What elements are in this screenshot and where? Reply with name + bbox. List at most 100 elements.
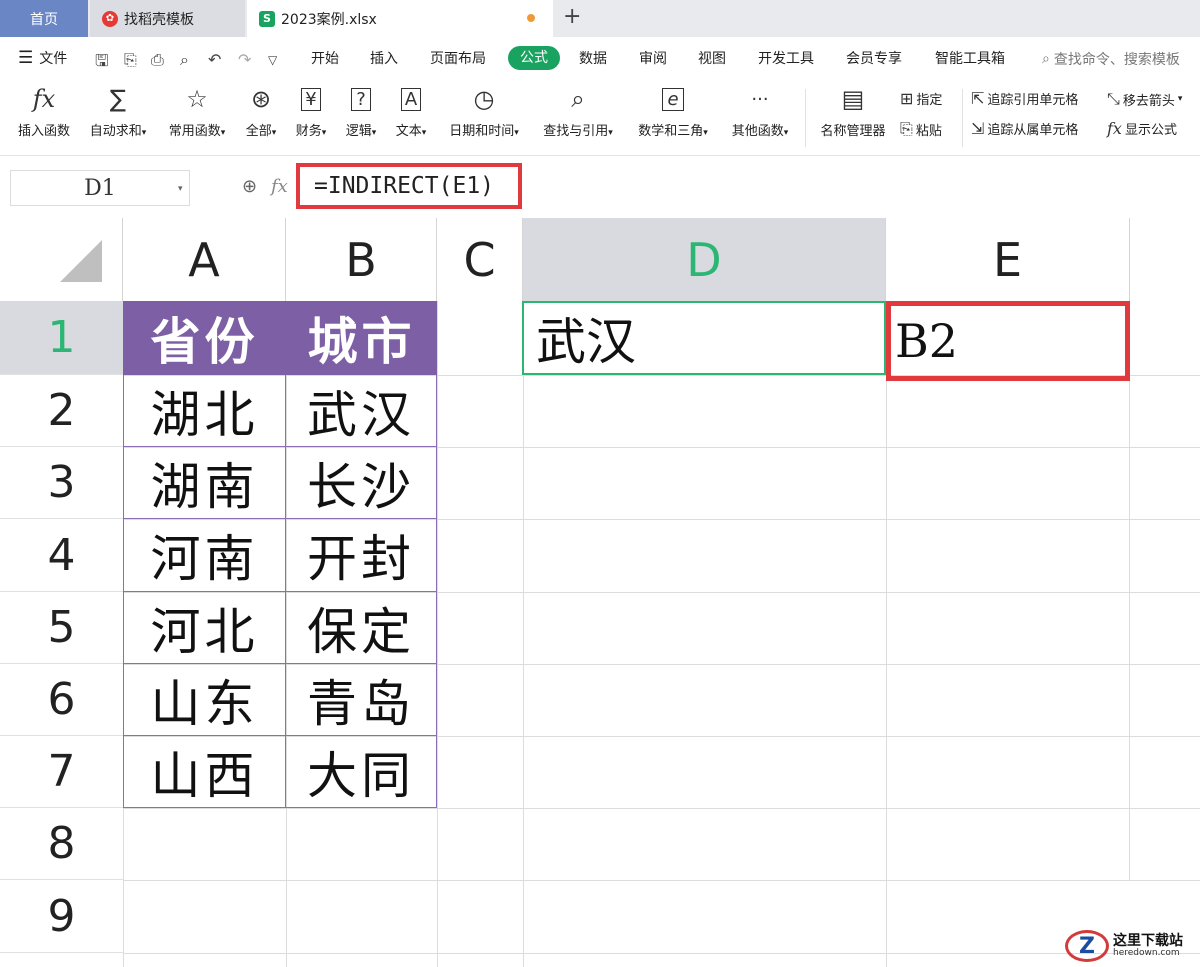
- row-header-5[interactable]: 5: [0, 592, 123, 664]
- name-manager-button[interactable]: ▤ 名称管理器: [815, 81, 891, 139]
- menu-bar: ☰ 文件 🖫 ⎘ ⎙ ⌕ ↶ ↷ ▽ 开始 插入 页面布局 公式 数据 审阅 视…: [0, 37, 1200, 81]
- ribbon-separator: [805, 89, 806, 147]
- cell-e1-highlighted[interactable]: B2: [886, 301, 1130, 381]
- cell-a5[interactable]: 河北: [123, 592, 286, 664]
- row-header-4[interactable]: 4: [0, 519, 123, 592]
- tab-docer-template[interactable]: ✿ 找稻壳模板: [90, 0, 245, 37]
- column-header-a[interactable]: A: [123, 218, 286, 301]
- grid-line: [123, 953, 1200, 954]
- watermark-url: heredown.com: [1113, 947, 1180, 958]
- export-icon[interactable]: ⎘: [124, 50, 137, 70]
- fx-icon[interactable]: fx: [271, 176, 288, 197]
- logic-label: 逻辑▾: [345, 124, 377, 139]
- file-menu-label: 文件: [39, 51, 68, 67]
- math-label: 数学和三角▾: [638, 124, 708, 139]
- menu-insert[interactable]: 插入: [370, 48, 398, 68]
- tab-workbook[interactable]: S 2023案例.xlsx: [247, 0, 553, 37]
- print-icon[interactable]: ⎙: [151, 50, 164, 70]
- common-functions-button[interactable]: ☆ 常用函数▾: [162, 81, 232, 139]
- menu-member[interactable]: 会员专享: [846, 48, 902, 68]
- lookup-button[interactable]: ⌕ 查找与引用▾: [535, 81, 621, 139]
- grid-line: [437, 301, 438, 967]
- datetime-label: 日期和时间▾: [449, 124, 519, 139]
- zoom-icon[interactable]: ⊕: [242, 176, 257, 197]
- show-formula-button[interactable]: fx 显示公式: [1107, 119, 1177, 138]
- menu-smart-tools[interactable]: 智能工具箱: [935, 48, 1005, 68]
- all-functions-button[interactable]: ⊛ 全部▾: [241, 81, 281, 139]
- assign-name-button[interactable]: ⊞ 指定: [900, 89, 942, 108]
- formula-input[interactable]: =INDIRECT(E1): [296, 163, 522, 209]
- row-header-6[interactable]: 6: [0, 664, 123, 736]
- save-icon[interactable]: 🖫: [95, 50, 109, 77]
- cell-a2[interactable]: 湖北: [123, 375, 286, 447]
- grid-line: [123, 808, 1200, 809]
- menu-data[interactable]: 数据: [579, 48, 607, 68]
- cell-b3[interactable]: 长沙: [286, 447, 437, 519]
- more-icon: ···: [751, 88, 769, 110]
- insert-function-button[interactable]: fx 插入函数: [14, 81, 74, 139]
- cell-a7[interactable]: 山西: [123, 736, 286, 808]
- docer-icon: ✿: [102, 10, 118, 27]
- remove-arrows-button[interactable]: ⤡ 移去箭头 ▾: [1107, 89, 1182, 109]
- cell-b4[interactable]: 开封: [286, 519, 437, 592]
- menu-page-layout[interactable]: 页面布局: [430, 48, 486, 68]
- math-icon: e: [662, 81, 684, 117]
- paste-name-button[interactable]: ⎘ 粘贴: [900, 119, 942, 139]
- menu-view[interactable]: 视图: [698, 48, 726, 68]
- menu-formula[interactable]: 公式: [508, 46, 560, 70]
- cell-a4[interactable]: 河南: [123, 519, 286, 592]
- row-header-3[interactable]: 3: [0, 447, 123, 519]
- column-header-c[interactable]: C: [437, 218, 523, 301]
- cell-b2[interactable]: 武汉: [286, 375, 437, 447]
- cell-b6[interactable]: 青岛: [286, 664, 437, 736]
- text-functions-button[interactable]: A 文本▾: [390, 81, 432, 139]
- redo-icon[interactable]: ↷: [238, 50, 251, 69]
- trace-dependents-button[interactable]: ⇲ 追踪从属单元格: [971, 119, 1078, 138]
- menu-developer[interactable]: 开发工具: [758, 48, 814, 68]
- remove-arrows-icon: ⤡: [1107, 89, 1120, 108]
- row-header-1[interactable]: 1: [0, 301, 123, 375]
- autosum-button[interactable]: ∑ 自动求和▾: [84, 81, 152, 139]
- show-formula-icon: fx: [1107, 119, 1122, 138]
- select-all-triangle-icon: [60, 240, 102, 282]
- row-header-9[interactable]: 9: [0, 880, 123, 953]
- cell-d1-selected[interactable]: 武汉: [522, 301, 886, 375]
- cell-b1[interactable]: 城市: [286, 301, 437, 375]
- common-functions-label: 常用函数▾: [168, 124, 226, 139]
- math-button[interactable]: e 数学和三角▾: [630, 81, 716, 139]
- row-header-2[interactable]: 2: [0, 375, 123, 447]
- undo-icon[interactable]: ↶: [208, 50, 221, 69]
- row-header-7[interactable]: 7: [0, 736, 123, 808]
- other-functions-button[interactable]: ··· 其他函数▾: [725, 81, 795, 140]
- tab-home[interactable]: 首页: [0, 0, 88, 37]
- logic-button[interactable]: ? 逻辑▾: [340, 81, 382, 139]
- search-icon: ⌕: [1042, 51, 1050, 67]
- column-header-d[interactable]: D: [523, 218, 886, 301]
- worksheet-grid[interactable]: A B C D E 1 2 3 4 5 6 7 8 9 省份 城市 湖北 武汉 …: [0, 218, 1200, 967]
- new-tab-button[interactable]: +: [563, 4, 581, 29]
- finance-label: 财务▾: [295, 124, 327, 139]
- asterisk-icon: ⊛: [250, 85, 272, 113]
- unsaved-dot-icon: [527, 14, 535, 22]
- print-preview-icon[interactable]: ⌕: [180, 50, 189, 70]
- column-header-e[interactable]: E: [886, 218, 1130, 301]
- trace-precedents-button[interactable]: ⇱ 追踪引用单元格: [971, 89, 1078, 108]
- cell-b5[interactable]: 保定: [286, 592, 437, 664]
- cell-a1[interactable]: 省份: [123, 301, 286, 375]
- star-icon: ☆: [186, 85, 208, 113]
- cell-b7[interactable]: 大同: [286, 736, 437, 808]
- cell-a3[interactable]: 湖南: [123, 447, 286, 519]
- row-header-8[interactable]: 8: [0, 808, 123, 880]
- cell-a6[interactable]: 山东: [123, 664, 286, 736]
- menu-review[interactable]: 审阅: [639, 48, 667, 68]
- column-header-b[interactable]: B: [286, 218, 437, 301]
- name-box-dropdown-icon[interactable]: ▾: [178, 184, 183, 194]
- command-search[interactable]: ⌕ 查找命令、搜索模板: [1042, 49, 1180, 69]
- name-box[interactable]: D1: [10, 170, 190, 206]
- column-header-f[interactable]: [1130, 218, 1200, 301]
- customize-chevron-icon[interactable]: ▽: [268, 53, 277, 67]
- menu-start[interactable]: 开始: [311, 48, 339, 68]
- finance-button[interactable]: ¥ 财务▾: [290, 81, 332, 139]
- file-menu-button[interactable]: ☰ 文件: [18, 48, 67, 68]
- datetime-button[interactable]: ◷ 日期和时间▾: [441, 81, 527, 139]
